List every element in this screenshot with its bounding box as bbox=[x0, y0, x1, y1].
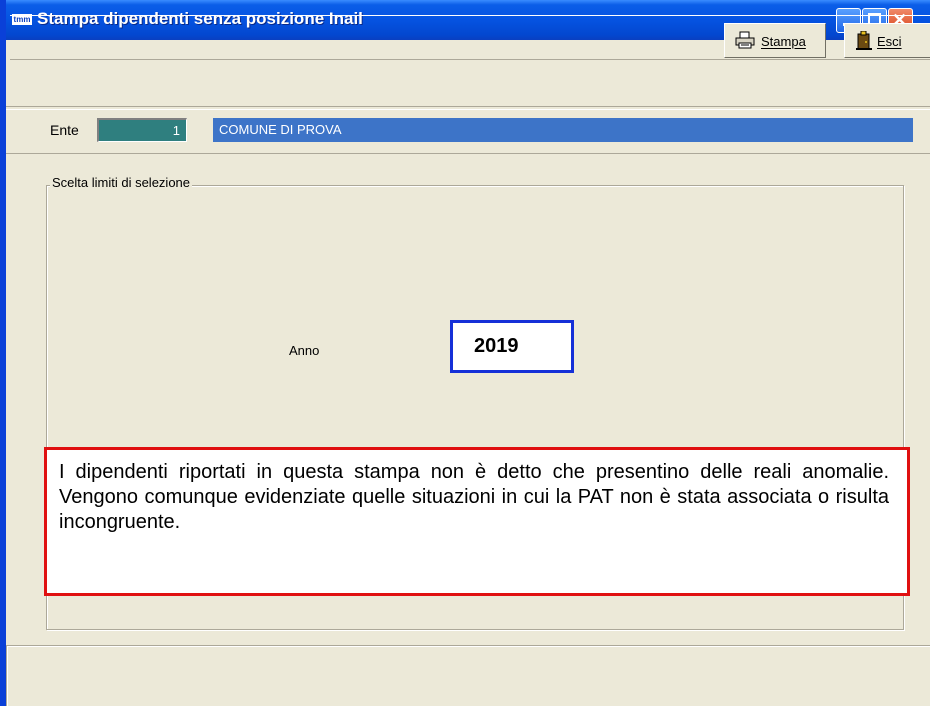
exit-button[interactable]: Esci bbox=[844, 23, 930, 58]
ente-label: Ente bbox=[50, 122, 79, 138]
year-input[interactable]: 2019 bbox=[450, 320, 574, 373]
print-button-label: Stampa bbox=[761, 34, 806, 49]
door-exit-icon bbox=[855, 30, 873, 54]
printer-icon bbox=[735, 31, 755, 52]
status-bar bbox=[6, 645, 930, 706]
main-window: tmm Stampa dipendenti senza posizione In… bbox=[0, 0, 930, 706]
info-note: I dipendenti riportati in questa stampa … bbox=[44, 447, 910, 596]
ente-code-field[interactable]: 1 bbox=[97, 118, 187, 142]
ente-name-field: COMUNE DI PROVA bbox=[213, 118, 913, 142]
exit-button-label: Esci bbox=[877, 34, 902, 49]
print-button[interactable]: Stampa bbox=[724, 23, 826, 58]
year-label: Anno bbox=[289, 343, 320, 358]
selection-group-title: Scelta limiti di selezione bbox=[50, 175, 193, 190]
